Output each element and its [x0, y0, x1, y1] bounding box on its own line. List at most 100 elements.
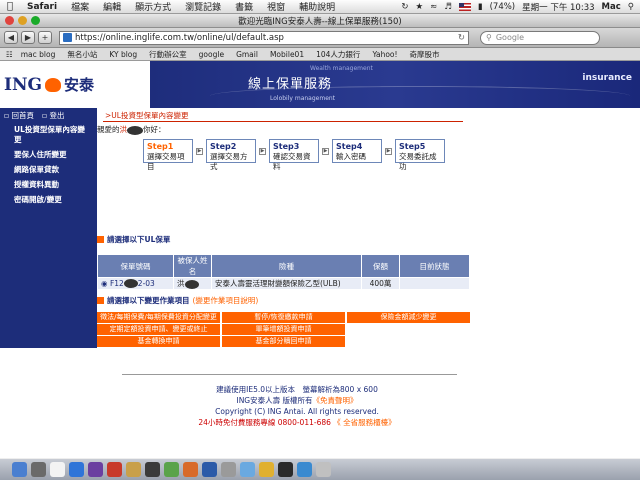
menu-edit[interactable]: 編輯: [96, 0, 128, 13]
bookmark-item[interactable]: 104人力銀行: [312, 49, 364, 60]
menu-file[interactable]: 檔案: [64, 0, 96, 13]
app-icon[interactable]: [259, 462, 274, 477]
ing-logo[interactable]: ING 安泰: [0, 61, 150, 108]
change-option[interactable]: 徵法/每期保費/每期保費投資分配變更: [97, 312, 220, 323]
product-cell: 安泰人壽靈活理財變額保險乙型(ULB): [211, 277, 362, 290]
menu-app[interactable]: Safari: [20, 2, 64, 12]
step-2-num: Step2: [210, 142, 237, 151]
service-counter-link[interactable]: 《 全省服務櫃檯》: [333, 418, 395, 427]
safari-icon[interactable]: [69, 462, 84, 477]
sidebar-item-ul-change[interactable]: UL投資型保單內容變更: [0, 122, 97, 147]
step-3-label: 確認交易資料: [273, 152, 311, 171]
greeting-name: 洪: [119, 125, 128, 134]
refresh-icon[interactable]: ↻: [458, 33, 465, 43]
bookmark-item[interactable]: 無名小站: [63, 49, 101, 60]
sidebar-item-loan[interactable]: 網路保單貸款: [0, 162, 97, 177]
step-5-num: Step5: [399, 142, 426, 151]
volume-icon[interactable]: ♬: [444, 2, 452, 12]
bookmark-item[interactable]: mac blog: [17, 50, 60, 59]
minimize-window-icon[interactable]: [18, 16, 27, 25]
input-flag-icon[interactable]: [458, 2, 471, 11]
change-option[interactable]: 定期定額投資申請、變更或終止: [97, 324, 220, 335]
forward-icon[interactable]: ▶: [21, 31, 35, 44]
app-icon[interactable]: [297, 462, 312, 477]
apple-menu-icon[interactable]: : [0, 1, 20, 12]
bookmark-item[interactable]: google: [195, 50, 228, 59]
disclaimer-link[interactable]: 《免責聲明》: [313, 396, 358, 405]
battery-icon[interactable]: ▮: [478, 2, 483, 12]
menu-window[interactable]: 視窗: [260, 0, 292, 13]
step-1: Step1 選擇交易項目: [143, 139, 193, 171]
greeting-suffix: 你好：: [143, 125, 166, 134]
itunes-icon[interactable]: [88, 462, 103, 477]
menubar-clock[interactable]: 星期一 下午 10:33: [522, 1, 594, 13]
trash-icon[interactable]: [316, 462, 331, 477]
menubar-user[interactable]: Mac: [602, 2, 621, 12]
app-icon[interactable]: [164, 462, 179, 477]
site-favicon-icon: [63, 33, 72, 42]
change-option[interactable]: 暫停/恢復繳款申請: [222, 312, 345, 323]
app-icon[interactable]: [240, 462, 255, 477]
sidebar-item-authorization[interactable]: 授權資料異動: [0, 177, 97, 192]
logout-link[interactable]: ▫ 登出: [42, 110, 64, 121]
change-option[interactable]: 基金部分贖回申請: [222, 336, 345, 347]
table-row[interactable]: ◉ F12 2-03 洪 安泰人壽靈活理財變額保險乙型(ULB) 400萬: [97, 277, 470, 290]
bookmark-item[interactable]: Gmail: [232, 50, 262, 59]
back-icon[interactable]: ◀: [4, 31, 18, 44]
footer-divider: [122, 374, 457, 375]
finder-icon[interactable]: [12, 462, 27, 477]
menu-view[interactable]: 顯示方式: [128, 0, 178, 13]
sidebar-item-password[interactable]: 密碼開啟/變更: [0, 192, 97, 207]
calendar-icon[interactable]: [50, 462, 65, 477]
page-footer: 建議使用IE5.0以上版本 螢幕解析為800 x 600 ING安泰人壽 版權所…: [97, 384, 497, 428]
address-bar[interactable]: https://online.inglife.com.tw/online/ul/…: [59, 30, 469, 45]
menu-bookmarks[interactable]: 書籤: [228, 0, 260, 13]
bookmarks-icon[interactable]: ☷: [6, 50, 13, 59]
change-option[interactable]: 單筆增額投資申請: [222, 324, 345, 335]
bluetooth-icon[interactable]: ★: [416, 2, 424, 12]
google-search-field[interactable]: ⚲ Google: [480, 30, 600, 45]
change-option[interactable]: 基金轉換申請: [97, 336, 220, 347]
bookmark-item[interactable]: KY blog: [105, 50, 141, 59]
sidebar: ▫ 回首頁 ▫ 登出 UL投資型保單內容變更 要保人住所變更 網路保單貸款 授權…: [0, 108, 97, 348]
sync-icon[interactable]: ↻: [401, 2, 408, 12]
dashboard-icon[interactable]: [31, 462, 46, 477]
close-window-icon[interactable]: [5, 16, 14, 25]
zoom-window-icon[interactable]: [31, 16, 40, 25]
policy-radio-icon[interactable]: ◉: [101, 279, 108, 288]
home-link[interactable]: ▫ 回首頁: [4, 110, 34, 121]
url-text[interactable]: https://online.inglife.com.tw/online/ul/…: [75, 33, 284, 43]
footer-copyright-en: Copyright (C) ING Antai. All rights rese…: [215, 407, 379, 416]
redacted-number: [123, 279, 138, 289]
menu-history[interactable]: 瀏覽記錄: [178, 0, 228, 13]
bookmark-item[interactable]: Yahoo!: [368, 50, 401, 59]
policy-table: 保單號碼 被保人姓名 險種 保額 目前狀態 ◉ F12 2-03 洪 安泰人壽靈活…: [97, 254, 470, 290]
redacted-insured: [184, 279, 199, 289]
bookmark-item[interactable]: Mobile01: [266, 50, 308, 59]
change-items-help-link[interactable]: (變更作業項目說明): [193, 295, 259, 306]
add-bookmark-icon[interactable]: +: [38, 31, 52, 44]
bookmark-item[interactable]: 行動辦公室: [145, 49, 191, 60]
app-icon[interactable]: [126, 462, 141, 477]
step-1-num: Step1: [147, 142, 174, 151]
wifi-icon[interactable]: ≈: [430, 2, 437, 12]
menu-extras: ↻ ★ ≈ ♬ ▮ (74%) 星期一 下午 10:33 Mac ⚲: [401, 1, 640, 13]
section-bullet-icon: [97, 297, 104, 304]
app-icon[interactable]: [221, 462, 236, 477]
breadcrumb: >UL投資型保單內容變更: [103, 110, 463, 122]
spotlight-icon[interactable]: ⚲: [628, 2, 634, 12]
app-icon[interactable]: [202, 462, 217, 477]
change-option[interactable]: 保險金額減少變更: [347, 312, 470, 323]
app-icon[interactable]: [107, 462, 122, 477]
menu-help[interactable]: 輔助說明: [292, 0, 342, 13]
app-icon[interactable]: [278, 462, 293, 477]
window-title: 歡迎光臨ING安泰人壽--線上保單服務(150): [238, 16, 402, 27]
app-icon[interactable]: [183, 462, 198, 477]
sidebar-item-address[interactable]: 要保人住所變更: [0, 147, 97, 162]
policy-number-cell[interactable]: ◉ F12 2-03: [97, 277, 174, 290]
bookmark-item[interactable]: 奇摩股市: [406, 49, 444, 60]
banner-hero: Wealth management 線上保單服務 insurance Lolob…: [150, 61, 640, 108]
status-cell: [399, 277, 470, 290]
app-icon[interactable]: [145, 462, 160, 477]
step-3-num: Step3: [273, 142, 300, 151]
